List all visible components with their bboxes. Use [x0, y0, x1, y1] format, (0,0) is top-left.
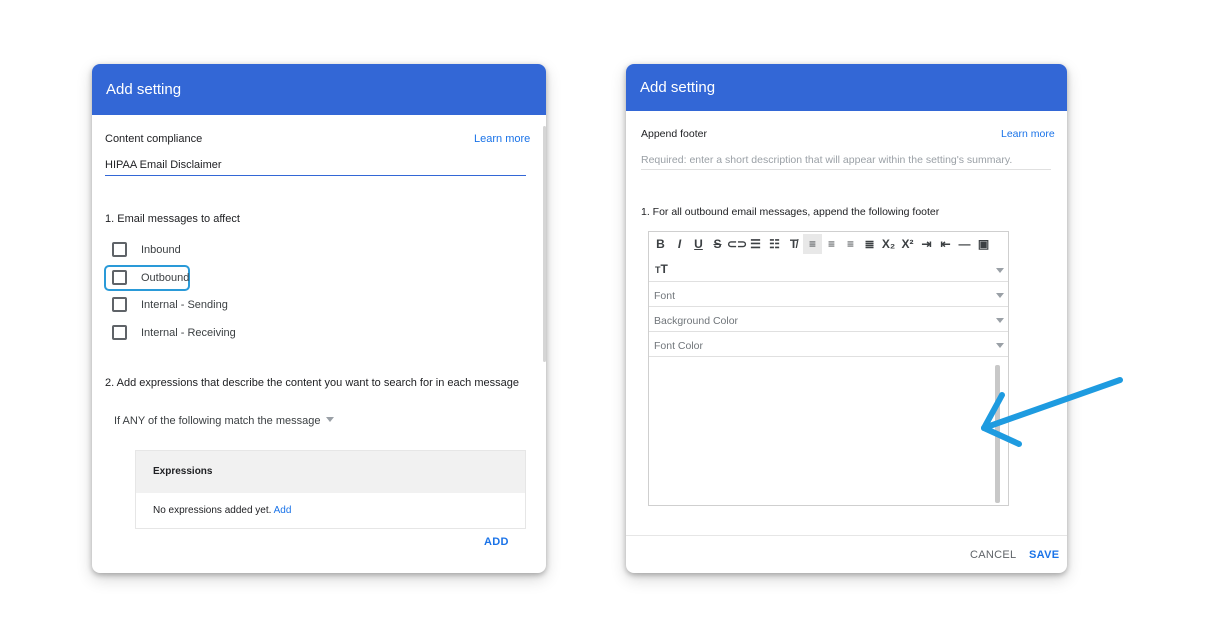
description-input[interactable]: Required: enter a short description that…: [641, 152, 1051, 170]
link-icon[interactable]: ⊂⊃: [727, 234, 747, 254]
dialog-title: Add setting: [640, 79, 716, 96]
font-select[interactable]: Font: [649, 283, 1008, 307]
checkbox-label: Internal - Receiving: [141, 326, 236, 339]
horizontal-rule-icon[interactable]: —: [955, 234, 974, 254]
cancel-button[interactable]: CANCEL: [970, 549, 1016, 561]
background-color-select[interactable]: Background Color: [649, 308, 1008, 332]
setting-name-label: Append footer: [641, 128, 707, 140]
caret-down-icon[interactable]: [996, 268, 1004, 273]
add-expression-link[interactable]: Add: [274, 505, 292, 516]
text-size-icon[interactable]: TT: [655, 262, 668, 276]
dialog-scrollbar[interactable]: [543, 126, 546, 362]
caret-down-icon: [996, 343, 1004, 348]
learn-more-link[interactable]: Learn more: [474, 133, 530, 145]
expressions-header-label: Expressions: [153, 466, 213, 477]
checkbox-label: Internal - Sending: [141, 298, 228, 311]
editor-toolbar: B I U S ⊂⊃ ☰ ☷ T̸ ≡ ≡ ≡ ≣ X₂ X² ⇥ ⇤ — ▣: [651, 234, 1007, 254]
subscript-icon[interactable]: X₂: [879, 234, 898, 254]
caret-down-icon: [996, 293, 1004, 298]
expressions-table: Expressions No expressions added yet. Ad…: [135, 450, 526, 529]
caret-down-icon: [996, 318, 1004, 323]
align-left-icon[interactable]: ≡: [803, 234, 822, 254]
underline-icon[interactable]: U: [689, 234, 708, 254]
bold-icon[interactable]: B: [651, 234, 670, 254]
section-email-messages: 1. Email messages to affect: [105, 213, 240, 225]
clear-format-icon[interactable]: T̸: [784, 234, 803, 254]
section-append-footer: 1. For all outbound email messages, appe…: [641, 206, 940, 218]
font-color-select[interactable]: Font Color: [649, 333, 1008, 357]
text-size-row: TT: [649, 258, 1008, 282]
checkbox-box[interactable]: [112, 270, 127, 285]
editor-scrollbar[interactable]: [995, 365, 1000, 503]
dialog-title: Add setting: [106, 81, 182, 98]
justify-icon[interactable]: ≣: [860, 234, 879, 254]
checkbox-outbound[interactable]: Outbound: [112, 270, 189, 285]
strikethrough-icon[interactable]: S: [708, 234, 727, 254]
image-icon[interactable]: ▣: [974, 234, 993, 254]
align-center-icon[interactable]: ≡: [822, 234, 841, 254]
setting-name-label: Content compliance: [105, 133, 203, 145]
font-select-value: Font: [654, 290, 676, 302]
section-expressions: 2. Add expressions that describe the con…: [105, 377, 519, 389]
description-input[interactable]: HIPAA Email Disclaimer: [105, 156, 526, 176]
indent-icon[interactable]: ⇥: [917, 234, 936, 254]
expressions-table-header: Expressions: [136, 451, 525, 493]
description-value: HIPAA Email Disclaimer: [105, 159, 222, 171]
bulleted-list-icon[interactable]: ☷: [765, 234, 784, 254]
checkbox-internal-sending[interactable]: Internal - Sending: [112, 297, 228, 312]
description-placeholder: Required: enter a short description that…: [641, 154, 1013, 166]
editor-content-area[interactable]: [649, 359, 1008, 505]
match-select-value: If ANY of the following match the messag…: [114, 415, 321, 427]
dialog-footer-divider: [626, 535, 1067, 536]
numbered-list-icon[interactable]: ☰: [746, 234, 765, 254]
checkbox-box[interactable]: [112, 297, 127, 312]
checkbox-box[interactable]: [112, 325, 127, 340]
superscript-icon[interactable]: X²: [898, 234, 917, 254]
no-expressions-text: No expressions added yet.: [153, 505, 272, 516]
checkbox-box[interactable]: [112, 242, 127, 257]
background-color-select-value: Background Color: [654, 315, 739, 327]
learn-more-link[interactable]: Learn more: [1001, 128, 1055, 140]
outdent-icon[interactable]: ⇤: [936, 234, 955, 254]
caret-down-icon: [326, 417, 335, 422]
add-button[interactable]: ADD: [484, 536, 509, 548]
dialog-header: Add setting: [92, 64, 546, 115]
align-right-icon[interactable]: ≡: [841, 234, 860, 254]
expressions-empty-row: No expressions added yet. Add: [136, 493, 525, 529]
save-button[interactable]: SAVE: [1029, 549, 1059, 561]
match-select[interactable]: If ANY of the following match the messag…: [114, 415, 335, 427]
checkbox-label: Outbound: [141, 271, 190, 284]
checkbox-inbound[interactable]: Inbound: [112, 242, 181, 257]
checkbox-internal-receiving[interactable]: Internal - Receiving: [112, 325, 236, 340]
dialog-header: Add setting: [626, 64, 1067, 111]
italic-icon[interactable]: I: [670, 234, 689, 254]
font-color-select-value: Font Color: [654, 340, 704, 352]
checkbox-label: Inbound: [141, 243, 181, 256]
